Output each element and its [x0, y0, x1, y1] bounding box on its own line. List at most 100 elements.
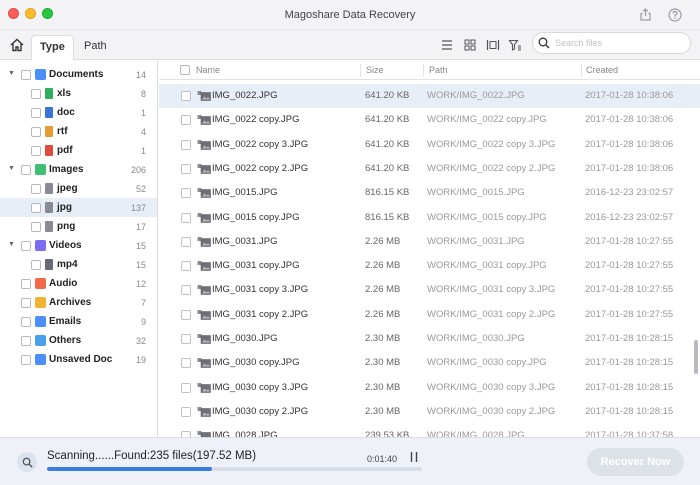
tree-item-xls[interactable]: xls 8	[0, 84, 157, 103]
pause-icon[interactable]	[409, 451, 419, 463]
tab-type[interactable]: Type	[31, 35, 74, 60]
tree-checkbox[interactable]	[21, 279, 31, 289]
share-icon[interactable]	[638, 7, 653, 22]
column-header-name[interactable]: Name	[196, 65, 220, 75]
tree-item-documents[interactable]: ▼ Documents 14	[0, 65, 157, 84]
tree-checkbox[interactable]	[31, 222, 41, 232]
expand-chevron-icon[interactable]: ▼	[8, 165, 16, 173]
search-box[interactable]	[532, 32, 691, 54]
tree-checkbox[interactable]	[31, 146, 41, 156]
table-row[interactable]: IMG_0022 copy 2.JPG 641.20 KB WORK/IMG_002…	[159, 157, 700, 181]
help-icon[interactable]	[667, 7, 682, 22]
row-checkbox[interactable]	[181, 163, 191, 174]
tree-item-unsaved-doc[interactable]: Unsaved Doc 19	[0, 350, 157, 369]
tree-item-jpg[interactable]: jpg 137	[0, 198, 157, 217]
expand-chevron-icon[interactable]: ▼	[8, 241, 16, 249]
file-size: 641.20 KB	[365, 90, 410, 101]
row-checkbox[interactable]	[181, 139, 191, 150]
home-icon[interactable]	[9, 37, 25, 53]
tree-checkbox[interactable]	[21, 355, 31, 365]
search-input[interactable]	[555, 36, 685, 50]
file-path: WORK/IMG_0031 copy 3.JPG	[427, 284, 556, 296]
row-checkbox[interactable]	[181, 334, 191, 344]
column-header-size[interactable]: Size	[366, 65, 384, 75]
row-checkbox[interactable]	[181, 285, 191, 296]
tree-checkbox[interactable]	[21, 70, 31, 80]
scan-search-icon[interactable]	[17, 452, 37, 472]
table-row[interactable]: IMG_0028.JPG 239.53 KB WORK/IMG_0028.JPG 20…	[159, 424, 700, 437]
file-path: WORK/IMG_0030.JPG	[427, 333, 525, 344]
table-row[interactable]: IMG_0031 copy.JPG 2.26 MB WORK/IMG_0031 co…	[159, 254, 700, 278]
tree-checkbox[interactable]	[31, 127, 41, 137]
table-row[interactable]: IMG_0022 copy.JPG 641.20 KB WORK/IMG_0022 …	[159, 108, 700, 132]
file-size: 2.26 MB	[365, 284, 401, 296]
tree-item-mp4[interactable]: mp4 15	[0, 255, 157, 274]
tree-checkbox[interactable]	[31, 108, 41, 118]
list-view-icon[interactable]	[440, 38, 454, 52]
column-header-path[interactable]: Path	[429, 65, 448, 75]
table-row[interactable]: IMG_0030 copy.JPG 2.30 MB WORK/IMG_0030 co…	[159, 351, 700, 375]
tree-item-png[interactable]: png 17	[0, 217, 157, 236]
column-header-created[interactable]: Created	[586, 65, 618, 75]
file-size: 816.15 KB	[365, 211, 410, 223]
tree-item-others[interactable]: Others 32	[0, 331, 157, 350]
tree-checkbox[interactable]	[21, 241, 31, 251]
tree-item-audio[interactable]: Audio 12	[0, 274, 157, 293]
row-checkbox[interactable]	[181, 309, 191, 320]
file-size: 816.15 KB	[365, 187, 410, 199]
tree-item-doc[interactable]: doc 1	[0, 103, 157, 122]
table-row[interactable]: IMG_0031.JPG 2.26 MB WORK/IMG_0031.JPG 2017…	[159, 230, 700, 254]
tree-checkbox[interactable]	[31, 260, 41, 270]
grid-view-icon[interactable]	[463, 38, 477, 52]
filter-icon[interactable]	[508, 38, 522, 52]
tree-checkbox[interactable]	[21, 336, 31, 346]
file-path: WORK/IMG_0030 copy 3.JPG	[427, 381, 556, 393]
row-checkbox[interactable]	[181, 382, 191, 393]
table-row[interactable]: IMG_0031 copy 2.JPG 2.26 MB WORK/IMG_0031 …	[159, 303, 700, 327]
tree-item-images[interactable]: ▼ Images 206	[0, 160, 157, 179]
file-created: 2017-01-28 10:28:15	[585, 333, 674, 344]
tree-item-archives[interactable]: Archives 7	[0, 293, 157, 312]
table-row[interactable]: IMG_0015.JPG 816.15 KB WORK/IMG_0015.JPG 20…	[159, 181, 700, 205]
tree-checkbox[interactable]	[31, 184, 41, 194]
row-checkbox[interactable]	[181, 212, 191, 223]
preview-view-icon[interactable]	[486, 38, 500, 52]
image-file-icon	[197, 212, 211, 224]
row-checkbox[interactable]	[181, 261, 191, 272]
tree-item-pdf[interactable]: pdf 1	[0, 141, 157, 160]
file-size: 641.20 KB	[365, 114, 410, 126]
tree-checkbox[interactable]	[21, 317, 31, 327]
table-row[interactable]: IMG_0022.JPG 641.20 KB WORK/IMG_0022.JPG 20…	[159, 84, 700, 108]
file-path: WORK/IMG_0031.JPG	[427, 235, 525, 247]
tree-item-rtf[interactable]: rtf 4	[0, 122, 157, 141]
row-checkbox[interactable]	[181, 358, 191, 369]
table-row[interactable]: IMG_0030 copy 3.JPG 2.30 MB WORK/IMG_0030 …	[159, 376, 700, 400]
tree-checkbox[interactable]	[21, 298, 31, 308]
image-file-icon	[197, 139, 211, 151]
row-checkbox[interactable]	[181, 115, 191, 126]
table-scrollbar-thumb[interactable]	[694, 340, 698, 374]
table-row[interactable]: IMG_0030.JPG 2.30 MB WORK/IMG_0030.JPG 2017…	[159, 327, 700, 351]
file-name: IMG_0031 copy 3.JPG	[212, 284, 309, 296]
tree-item-label: rtf	[57, 126, 68, 137]
file-path: WORK/IMG_0031 copy.JPG	[427, 260, 547, 272]
tree-checkbox[interactable]	[31, 89, 41, 99]
row-checkbox[interactable]	[181, 236, 191, 247]
tree-item-videos[interactable]: ▼ Videos 15	[0, 236, 157, 255]
table-row[interactable]: IMG_0015 copy.JPG 816.15 KB WORK/IMG_0015 …	[159, 206, 700, 230]
tree-item-jpeg[interactable]: jpeg 52	[0, 179, 157, 198]
row-checkbox[interactable]	[181, 188, 191, 199]
file-name: IMG_0022.JPG	[212, 90, 278, 101]
expand-chevron-icon[interactable]: ▼	[8, 70, 16, 78]
row-checkbox[interactable]	[181, 406, 191, 417]
tree-item-emails[interactable]: Emails 9	[0, 312, 157, 331]
table-row[interactable]: IMG_0030 copy 2.JPG 2.30 MB WORK/IMG_0030 …	[159, 400, 700, 424]
recover-now-button[interactable]: Recover Now	[587, 448, 684, 476]
table-row[interactable]: IMG_0022 copy 3.JPG 641.20 KB WORK/IMG_002…	[159, 133, 700, 157]
table-row[interactable]: IMG_0031 copy 3.JPG 2.26 MB WORK/IMG_0031 …	[159, 278, 700, 302]
tree-checkbox[interactable]	[21, 165, 31, 175]
select-all-checkbox[interactable]	[180, 65, 190, 75]
tab-path[interactable]: Path	[76, 35, 115, 60]
row-checkbox[interactable]	[181, 91, 191, 101]
tree-checkbox[interactable]	[31, 203, 41, 213]
